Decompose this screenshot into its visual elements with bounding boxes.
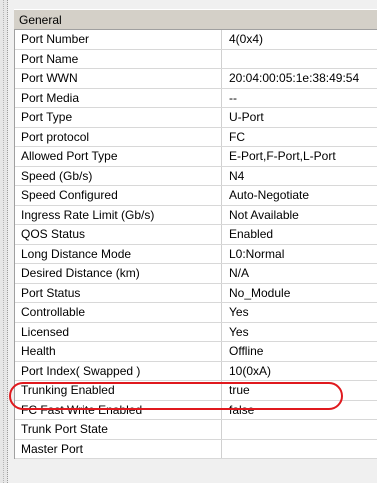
section-title: General xyxy=(19,13,62,27)
property-name: Speed Configured xyxy=(15,186,222,205)
general-section-header[interactable]: General xyxy=(14,9,377,30)
property-value: 20:04:00:05:1e:38:49:54 xyxy=(229,71,360,85)
property-value: E-Port,F-Port,L-Port xyxy=(229,149,336,163)
property-name: Port Type xyxy=(15,108,222,127)
property-row[interactable]: Licensed Yes xyxy=(15,322,377,342)
property-name: Speed (Gb/s) xyxy=(15,166,222,185)
property-row[interactable]: Port WWN 20:04:00:05:1e:38:49:54 xyxy=(15,69,377,89)
property-value: L0:Normal xyxy=(229,246,285,261)
property-name: Port Number xyxy=(15,30,222,49)
property-name: Port Index( Swapped ) xyxy=(15,361,222,380)
property-name: QOS Status xyxy=(15,225,222,244)
property-value: Auto-Negotiate xyxy=(229,188,310,202)
property-value: Yes xyxy=(229,324,249,339)
property-value xyxy=(223,50,377,69)
property-value: false xyxy=(229,402,255,417)
property-name: Port Name xyxy=(15,49,222,68)
property-name: Health xyxy=(15,342,222,361)
property-name: Port Status xyxy=(15,283,222,302)
property-name: Licensed xyxy=(15,322,222,341)
tree-gutter xyxy=(0,0,8,483)
property-value: N4 xyxy=(229,168,245,183)
property-name: Controllable xyxy=(15,303,222,322)
property-row[interactable]: Master Port xyxy=(15,439,377,459)
property-row[interactable]: Allowed Port Type E-Port,F-Port,L-Port xyxy=(15,147,377,167)
property-value: N/A xyxy=(229,266,250,280)
property-value: 4(0x4) xyxy=(229,32,264,46)
property-value: Not Available xyxy=(229,207,299,222)
property-row[interactable]: Port Number 4(0x4) xyxy=(15,30,377,50)
property-row[interactable]: Port Name xyxy=(15,49,377,69)
property-value: U-Port xyxy=(229,110,264,124)
property-name: Trunk Port State xyxy=(15,420,222,439)
property-name: Ingress Rate Limit (Gb/s) xyxy=(15,205,222,224)
property-row[interactable]: QOS Status Enabled xyxy=(15,225,377,245)
property-row[interactable]: Trunk Port State xyxy=(15,420,377,440)
property-value: FC xyxy=(229,129,245,144)
property-value: Offline xyxy=(229,344,264,358)
property-value xyxy=(223,420,377,439)
tree-guide-line xyxy=(3,0,5,483)
property-row[interactable]: Long Distance Mode L0:Normal xyxy=(15,244,377,264)
property-name: Allowed Port Type xyxy=(15,147,222,166)
property-row[interactable]: Health Offline xyxy=(15,342,377,362)
property-row[interactable]: Desired Distance (km) N/A xyxy=(15,264,377,284)
property-value: 10(0xA) xyxy=(229,363,272,378)
property-row[interactable]: Speed Configured Auto-Negotiate xyxy=(15,186,377,206)
property-row[interactable]: Port Index( Swapped ) 10(0xA) xyxy=(15,361,377,381)
property-row[interactable]: Ingress Rate Limit (Gb/s) Not Available xyxy=(15,205,377,225)
property-name: Master Port xyxy=(15,439,222,458)
property-row[interactable]: FC Fast Write Enabled false xyxy=(15,400,377,420)
property-row[interactable]: Port Media -- xyxy=(15,88,377,108)
property-row[interactable]: Port Type U-Port xyxy=(15,108,377,128)
property-row[interactable]: Port Status No_Module xyxy=(15,283,377,303)
property-row[interactable]: Speed (Gb/s) N4 xyxy=(15,166,377,186)
property-value: -- xyxy=(229,90,237,105)
property-value: Yes xyxy=(229,305,249,319)
property-value: Enabled xyxy=(229,227,274,241)
properties-grid: Port Number 4(0x4) Port Name Port WWN 20:04:… xyxy=(14,30,377,459)
property-name: Port Media xyxy=(15,88,222,107)
property-row[interactable]: Port protocol FC xyxy=(15,127,377,147)
property-name: FC Fast Write Enabled xyxy=(15,400,222,419)
property-value: true xyxy=(229,383,250,397)
property-row[interactable]: Controllable Yes xyxy=(15,303,377,323)
property-name: Desired Distance (km) xyxy=(15,264,222,283)
port-properties-screen: General Port Number 4(0x4) Port Name Port W… xyxy=(0,0,377,483)
property-name: Port WWN xyxy=(15,69,222,88)
property-name: Trunking Enabled xyxy=(15,381,222,400)
property-value: No_Module xyxy=(229,285,291,300)
property-row[interactable]: Trunking Enabled true xyxy=(15,381,377,401)
property-name: Port protocol xyxy=(15,127,222,146)
property-name: Long Distance Mode xyxy=(15,244,222,263)
property-value xyxy=(223,440,377,459)
